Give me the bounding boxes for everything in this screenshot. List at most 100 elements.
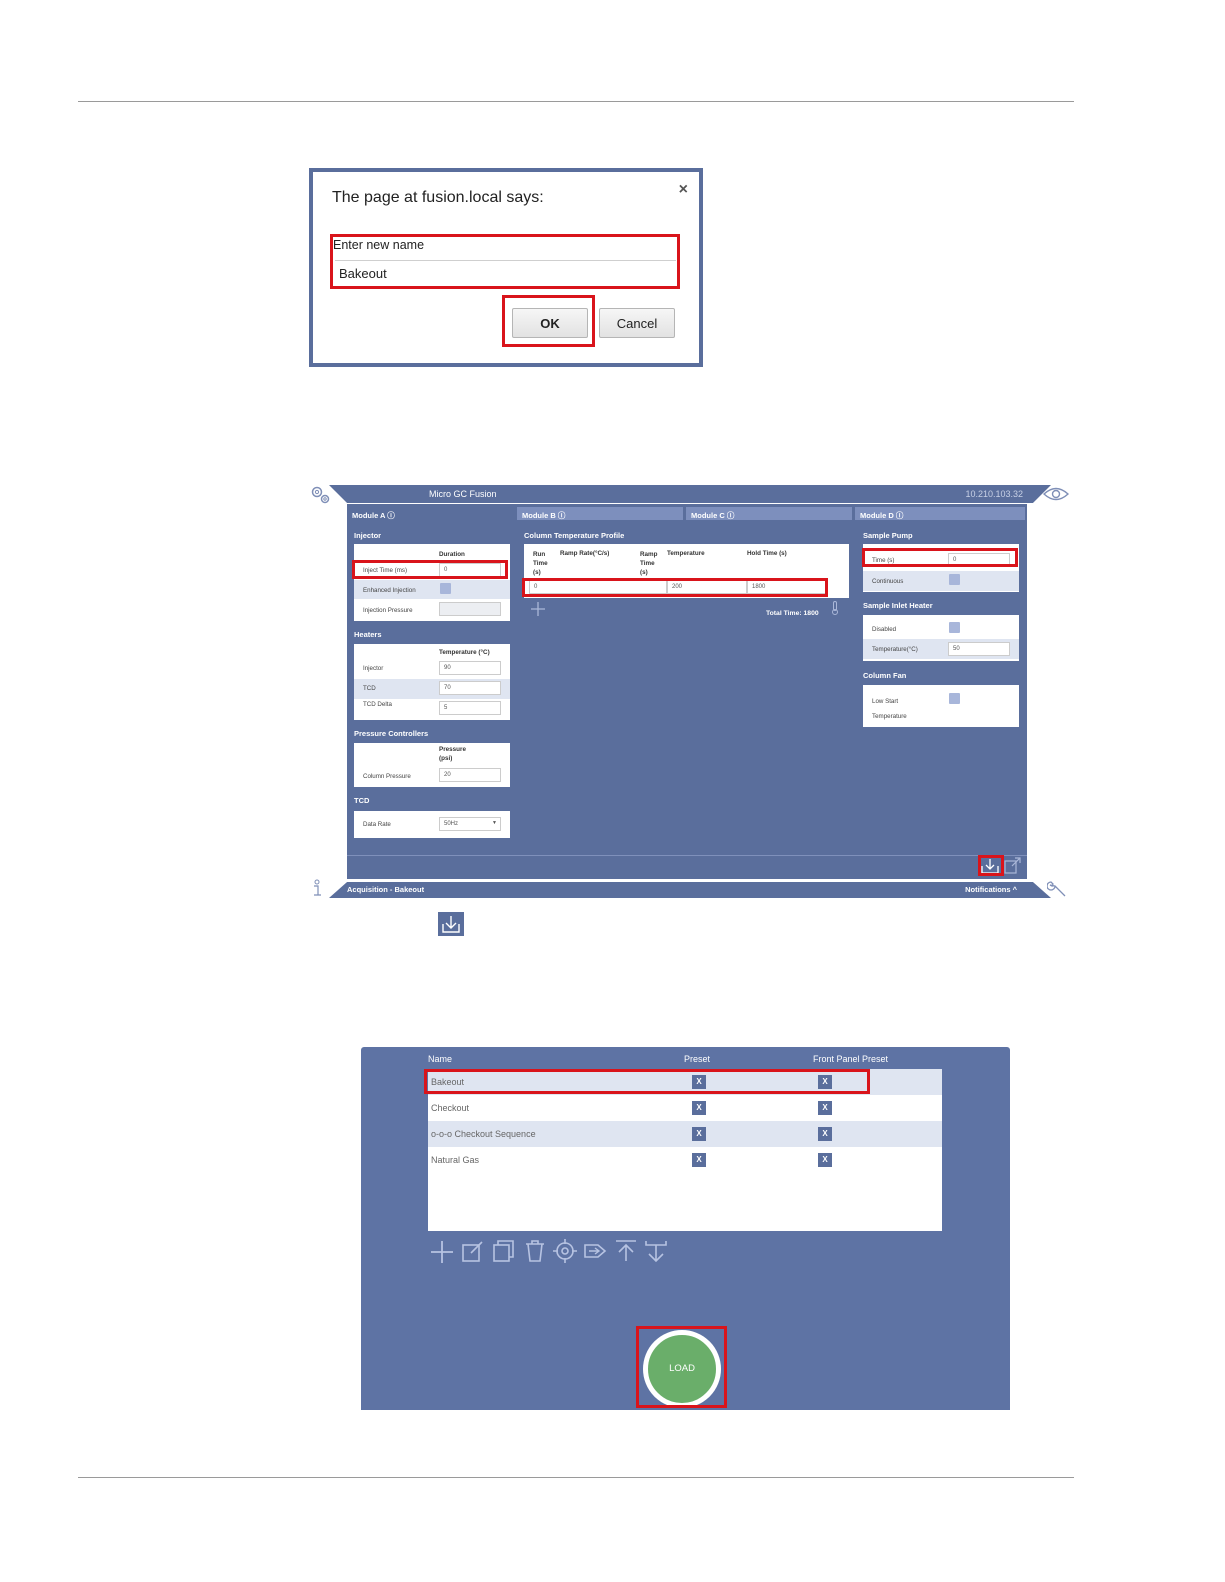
tab-label: Module D xyxy=(860,511,894,520)
highlight-pump-time xyxy=(862,548,1018,567)
highlight-bakeout-row xyxy=(424,1069,870,1094)
name-column-header: Name xyxy=(428,1054,453,1064)
data-rate-row: Data Rate 50Hz ▼ xyxy=(354,816,510,834)
total-time: Total Time: 1800 xyxy=(766,610,819,617)
row-label: Continuous xyxy=(872,578,904,585)
front-panel-x-button[interactable]: X xyxy=(818,1127,832,1141)
injection-pressure-input[interactable] xyxy=(439,602,501,616)
heater-row: TCD 70 xyxy=(354,679,510,699)
delete-icon[interactable] xyxy=(524,1239,546,1263)
front-panel-x-button[interactable]: X xyxy=(818,1101,832,1115)
gear-icon[interactable] xyxy=(310,485,332,505)
col-run-time: Run Time (s) xyxy=(533,551,548,576)
highlight-profile-row xyxy=(522,578,828,597)
low-start-checkbox[interactable] xyxy=(949,693,960,704)
status-bar: Acquisition - Bakeout Notifications ^ xyxy=(329,882,1051,898)
pressure-header: Pressure xyxy=(439,746,466,753)
tab-module-a[interactable]: Module A ⓘ xyxy=(347,507,514,520)
row-label: Data Rate xyxy=(363,821,391,828)
save-icon xyxy=(438,912,464,936)
send-icon[interactable] xyxy=(583,1239,607,1263)
row-label: Low Start xyxy=(872,698,899,705)
inlet-temp-input[interactable]: 50 xyxy=(948,642,1010,656)
status-text: Acquisition - Bakeout xyxy=(347,885,425,894)
column-pressure-input[interactable]: 20 xyxy=(439,768,501,782)
injector-heading: Injector xyxy=(354,531,382,540)
copy-icon[interactable] xyxy=(492,1239,516,1263)
wrench-icon[interactable] xyxy=(1047,880,1067,898)
close-icon[interactable]: × xyxy=(679,181,688,199)
row-label: Temperature(°C) xyxy=(872,646,918,653)
list-item[interactable]: Checkout X X xyxy=(428,1095,942,1121)
tcd-panel: Data Rate 50Hz ▼ xyxy=(354,811,510,838)
add-icon[interactable] xyxy=(531,602,545,616)
tab-module-b[interactable]: Module B ⓘ xyxy=(517,507,683,520)
tcd-temp-input[interactable]: 70 xyxy=(439,681,501,695)
pressure-panel: Pressure (psi) Column Pressure 20 xyxy=(354,743,510,787)
highlight-name-field xyxy=(330,234,680,289)
tab-label: Module B xyxy=(522,511,556,520)
col-hold-time: Hold Time (s) xyxy=(747,550,787,557)
row-label: Disabled xyxy=(872,626,897,633)
row-label: Injector xyxy=(363,665,384,672)
pressure-heading: Pressure Controllers xyxy=(354,729,429,738)
list-item[interactable]: o-o-o Checkout Sequence X X xyxy=(428,1121,942,1147)
front-panel-x-button[interactable]: X xyxy=(818,1153,832,1167)
heaters-heading: Heaters xyxy=(354,630,382,639)
cancel-button[interactable]: Cancel xyxy=(599,308,675,338)
info-icon[interactable] xyxy=(311,879,323,897)
add-icon[interactable] xyxy=(429,1239,455,1265)
col-ramp-rate: Ramp Rate(°C/s) xyxy=(560,550,610,557)
col-ramp-time: Ramp Time (s) xyxy=(640,551,658,576)
tab-label: Module A xyxy=(352,511,386,520)
column-fan-panel: Low Start Temperature xyxy=(863,685,1019,727)
edit-icon[interactable] xyxy=(461,1239,485,1263)
tab-module-c[interactable]: Module C ⓘ xyxy=(686,507,852,520)
highlight-save-icon xyxy=(978,855,1004,876)
export-icon[interactable] xyxy=(1004,857,1021,874)
heater-row: TCD Delta 5 xyxy=(354,700,510,718)
column-fan-heading: Column Fan xyxy=(863,671,907,680)
target-icon[interactable] xyxy=(553,1239,577,1263)
disabled-row: Disabled xyxy=(863,618,1019,638)
preset-x-button[interactable]: X xyxy=(692,1101,706,1115)
download-icon[interactable] xyxy=(644,1239,668,1263)
tab-label: Module C xyxy=(691,511,725,520)
title-bar: Micro GC Fusion 10.210.103.32 xyxy=(329,485,1051,503)
thermometer-icon[interactable] xyxy=(831,601,839,615)
list-item[interactable]: Natural Gas X X xyxy=(428,1147,942,1173)
app-title: Micro GC Fusion xyxy=(429,489,497,499)
injector-panel: Duration Inject Time (ms) 0 Enhanced Inje… xyxy=(354,544,510,621)
tcd-delta-input[interactable]: 5 xyxy=(439,701,501,715)
preset-x-button[interactable]: X xyxy=(692,1127,706,1141)
tcd-heading: TCD xyxy=(354,796,370,805)
preset-x-button[interactable]: X xyxy=(692,1153,706,1167)
column-pressure-row: Column Pressure 20 xyxy=(354,767,510,785)
highlight-load-button xyxy=(636,1326,727,1408)
injector-temp-input[interactable]: 90 xyxy=(439,661,501,675)
data-rate-select[interactable]: 50Hz ▼ xyxy=(439,817,501,831)
enhanced-injection-checkbox[interactable] xyxy=(440,583,451,594)
row-label: TCD Delta xyxy=(363,701,392,708)
notifications-button[interactable]: Notifications ^ xyxy=(965,885,1017,894)
help-icon: ⓘ xyxy=(387,511,395,520)
row-label: Column Pressure xyxy=(363,773,411,780)
micro-gc-app: Micro GC Fusion 10.210.103.32 Module A ⓘ… xyxy=(307,482,1072,902)
row-label: Injection Pressure xyxy=(363,607,413,614)
preset-column-header: Preset xyxy=(684,1054,711,1064)
sample-pump-heading: Sample Pump xyxy=(863,531,913,540)
continuous-checkbox[interactable] xyxy=(949,574,960,585)
selected-value: 50Hz xyxy=(444,821,459,827)
heater-row: Injector 90 xyxy=(354,660,510,678)
footer-separator xyxy=(347,855,1027,856)
duration-header: Duration xyxy=(439,551,465,558)
upload-icon[interactable] xyxy=(614,1239,638,1263)
help-icon: ⓘ xyxy=(557,511,566,520)
tab-module-d[interactable]: Module D ⓘ xyxy=(855,507,1025,520)
injection-pressure-row: Injection Pressure xyxy=(354,601,510,619)
highlight-inject-time xyxy=(352,560,508,579)
eye-icon[interactable] xyxy=(1043,486,1069,502)
disabled-checkbox[interactable] xyxy=(949,622,960,633)
heaters-panel: Temperature (°C) Injector 90 TCD 70 TCD De… xyxy=(354,644,510,720)
preset-name: o-o-o Checkout Sequence xyxy=(431,1129,536,1139)
